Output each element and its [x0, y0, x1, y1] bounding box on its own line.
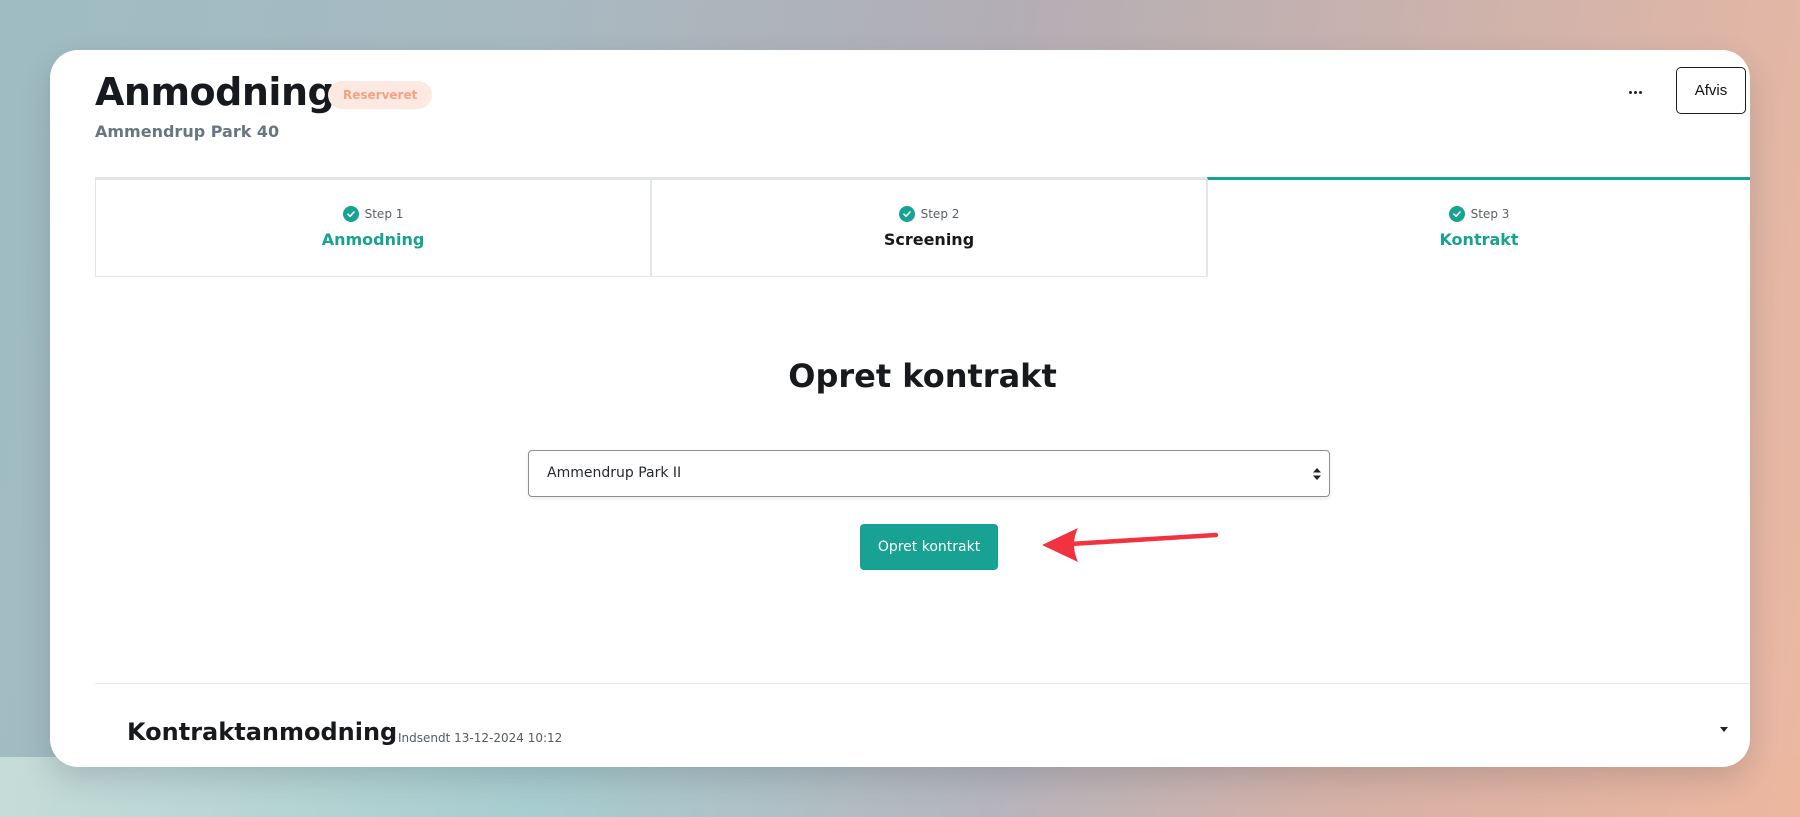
- create-contract-button[interactable]: Opret kontrakt: [860, 524, 998, 570]
- check-circle-icon: [1448, 206, 1465, 222]
- step-meta: Step 3: [1208, 206, 1750, 222]
- annotation-arrow-icon: [1042, 528, 1219, 562]
- check-circle-icon: [342, 206, 359, 222]
- step-meta: Step 2: [652, 206, 1206, 222]
- section-title: Kontraktanmodning: [127, 718, 398, 746]
- create-contract-title: Opret kontrakt: [788, 357, 1057, 395]
- check-circle-icon: [898, 206, 915, 222]
- reject-button[interactable]: Afvis: [1676, 67, 1746, 114]
- step-meta: Step 1: [96, 206, 650, 222]
- step-label: Kontrakt: [1439, 230, 1519, 249]
- caret-down-icon[interactable]: [1720, 727, 1728, 732]
- request-card: Anmodning Reserveret Ammendrup Park 40 A…: [50, 50, 1750, 767]
- section-divider: [95, 683, 1750, 684]
- ellipsis-horizontal-icon: [1628, 90, 1632, 94]
- step-tab-screening[interactable]: Step 2 Screening: [651, 177, 1207, 277]
- step-label: Screening: [883, 230, 975, 249]
- step-tab-anmodning[interactable]: Step 1 Anmodning: [95, 177, 651, 277]
- more-options-button[interactable]: [1620, 80, 1650, 104]
- step-tabs: Step 1 Anmodning Step 2 Screening Step 3…: [95, 177, 1750, 277]
- submitted-timestamp: Indsendt 13-12-2024 10:12: [398, 731, 563, 745]
- step-label: Anmodning: [321, 230, 425, 249]
- page-title: Anmodning: [95, 70, 335, 114]
- step-number: Step 1: [364, 207, 404, 221]
- select-arrows-icon: [1313, 468, 1321, 480]
- step-number: Step 3: [1470, 207, 1510, 221]
- step-tab-kontrakt[interactable]: Step 3 Kontrakt: [1207, 177, 1750, 277]
- contract-template-select[interactable]: Ammendrup Park II: [528, 450, 1330, 497]
- page-subtitle: Ammendrup Park 40: [95, 122, 280, 141]
- status-badge: Reserveret: [328, 81, 433, 109]
- select-value: Ammendrup Park II: [547, 465, 682, 481]
- step-number: Step 2: [920, 207, 960, 221]
